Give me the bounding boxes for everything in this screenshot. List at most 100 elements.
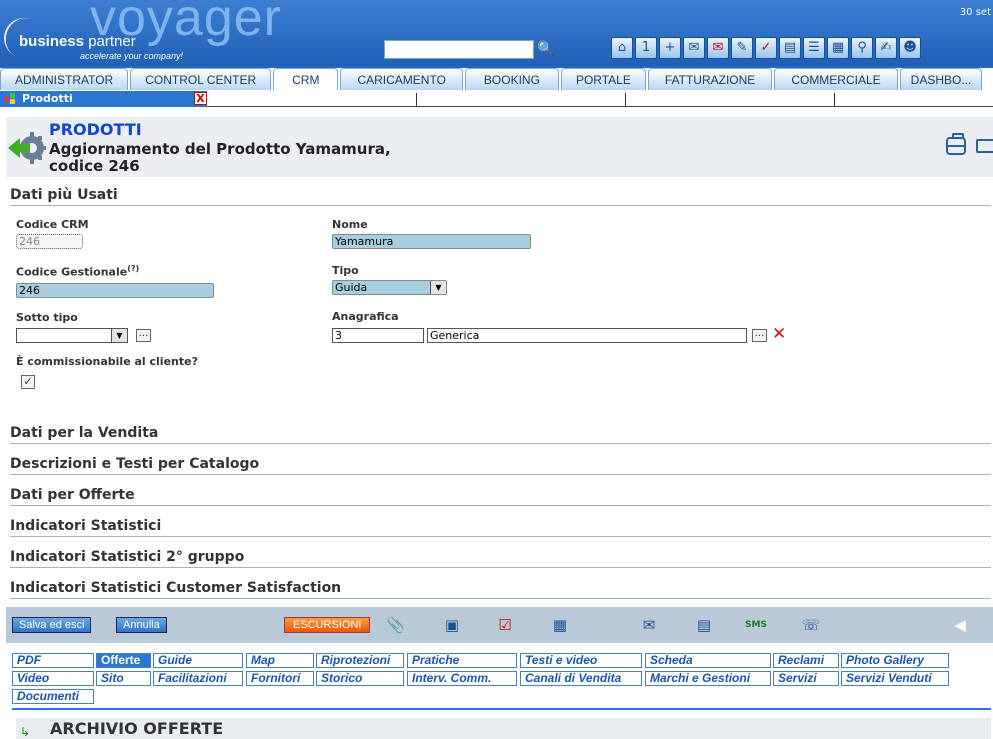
anagrafica-label: Anagrafica (332, 310, 399, 323)
menu-item-control-center[interactable]: CONTROL CENTER (130, 68, 272, 90)
archivio-title: ARCHIVIO OFFERTE (50, 719, 224, 738)
list-icon[interactable]: ☰ (803, 37, 825, 59)
commissionabile-checkbox[interactable]: ✓ (21, 375, 35, 389)
note-icon[interactable]: ▣ (442, 615, 462, 635)
section-indicatori-statistici[interactable]: Indicatori Statistici (10, 518, 991, 537)
pen-icon[interactable]: ✎ (731, 37, 753, 59)
top-toolbar: ⌂ 1 + ✉ ✉ ✎ ✓ ▤ ☰ ▦ ⚲ ✍ ☻ (611, 37, 921, 59)
subtab-photo-gallery[interactable]: Photo Gallery (841, 653, 949, 668)
help-marker[interactable]: (?) (127, 264, 139, 273)
subtab-pratiche[interactable]: Pratiche (407, 653, 517, 668)
subtab-video[interactable]: Video (12, 671, 94, 686)
mail-icon[interactable]: ✉ (639, 615, 659, 635)
search-icon[interactable]: 🔍 (537, 41, 554, 57)
calendar-icon[interactable]: 1 (635, 37, 657, 59)
subtab-divider (12, 708, 991, 710)
sotto-tipo-lookup-button[interactable]: ... (136, 329, 151, 342)
menu-item-caricamento[interactable]: CARICAMENTO (340, 68, 463, 90)
checklist-icon[interactable]: ☑ (495, 615, 515, 635)
clear-icon[interactable]: ✕ (772, 325, 786, 343)
subtab-servizi[interactable]: Servizi (773, 671, 839, 686)
doctab-prodotti[interactable]: Prodotti (0, 91, 207, 107)
subtab-canali-vendita[interactable]: Canali di Vendita (520, 671, 642, 686)
note-edit-icon[interactable]: ✍ (875, 37, 897, 59)
section-indicatori-statistici-2[interactable]: Indicatori Statistici 2° gruppo (10, 549, 991, 568)
headset-icon[interactable]: ☏ (801, 615, 821, 635)
attach-document-icon[interactable]: 📎 (386, 615, 406, 635)
subtab-storico[interactable]: Storico (316, 671, 404, 686)
header-date: 30 set (959, 7, 991, 18)
menu-item-administrator[interactable]: ADMINISTRATOR (0, 68, 129, 90)
calendar-add-icon[interactable]: + (659, 37, 681, 59)
fax-icon[interactable]: ▤ (694, 615, 714, 635)
codice-gestionale-field[interactable]: 246 (16, 283, 214, 298)
tipo-select[interactable]: Guida ▼ (332, 280, 447, 295)
menu-item-booking[interactable]: BOOKING (464, 68, 559, 90)
mail-delete-icon[interactable]: ✉ (707, 37, 729, 59)
subtab-sito[interactable]: Sito (96, 671, 151, 686)
subtab-guide[interactable]: Guide (153, 653, 243, 668)
doctab-separator (834, 93, 835, 106)
subtab-interv-comm[interactable]: Interv. Comm. (407, 671, 517, 686)
main-menu: ADMINISTRATOR CONTROL CENTER CRM CARICAM… (0, 66, 993, 90)
section-descrizioni-testi[interactable]: Descrizioni e Testi per Catalogo (10, 456, 991, 475)
printer-icon[interactable] (976, 139, 993, 153)
subtab-servizi-venduti[interactable]: Servizi Venduti (841, 671, 949, 686)
cancel-button[interactable]: Annulla (116, 617, 167, 633)
close-icon[interactable]: X (194, 92, 207, 105)
menu-item-commerciale[interactable]: COMMERCIALE (774, 68, 898, 90)
subtab-pdf[interactable]: PDF (12, 653, 94, 668)
search-icon[interactable]: ⚲ (851, 37, 873, 59)
archivio-offerte-panel: ↳ ARCHIVIO OFFERTE (16, 718, 991, 739)
subtab-documenti[interactable]: Documenti (12, 689, 94, 704)
sms-icon[interactable]: SMS (745, 615, 767, 635)
search-input[interactable] (384, 40, 534, 59)
briefcase-icon[interactable]: ▤ (779, 37, 801, 59)
subtab-scheda[interactable]: Scheda (645, 653, 771, 668)
menu-item-portale[interactable]: PORTALE (560, 68, 646, 90)
section-customer-satisfaction[interactable]: Indicatori Statistici Customer Satisfact… (10, 580, 991, 599)
sotto-tipo-label: Sotto tipo (16, 311, 78, 324)
briefcase-icon[interactable] (946, 133, 966, 155)
codice-crm-label: Codice CRM (16, 218, 89, 231)
checklist-icon[interactable]: ✓ (755, 37, 777, 59)
back-gear-icon[interactable] (8, 131, 46, 165)
section-dati-vendita[interactable]: Dati per la Vendita (10, 425, 991, 444)
app-header: voyager business partner accelerate your… (0, 0, 993, 66)
calculator-icon[interactable]: ▦ (827, 37, 849, 59)
section-dati-offerte[interactable]: Dati per Offerte (10, 487, 991, 506)
products-icon (4, 93, 15, 104)
users-icon[interactable]: ☻ (899, 37, 921, 59)
subtab-testi-video[interactable]: Testi e video (520, 653, 642, 668)
save-button[interactable]: Salva ed esci (12, 617, 92, 633)
doctab-label: Prodotti (22, 92, 73, 105)
collapse-left-icon[interactable]: ◀ (950, 615, 970, 635)
subtab-reclami[interactable]: Reclami (773, 653, 839, 668)
subtab-marchi-gestioni[interactable]: Marchi e Gestioni (645, 671, 771, 686)
logo-business-partner: business partner (19, 33, 136, 50)
anagrafica-code-field[interactable]: 3 (332, 328, 424, 343)
doctab-separator (416, 93, 417, 106)
mail-open-icon[interactable]: ✉ (683, 37, 705, 59)
tipo-label: Tipo (332, 264, 359, 277)
anagrafica-lookup-button[interactable]: ... (752, 329, 767, 342)
nome-field[interactable]: Yamamura (332, 234, 531, 249)
menu-item-crm[interactable]: CRM (273, 68, 339, 90)
calendar-icon[interactable]: ▦ (550, 615, 570, 635)
subtab-fornitori[interactable]: Fornitori (246, 671, 314, 686)
menu-item-fatturazione[interactable]: FATTURAZIONE (647, 68, 773, 90)
subtab-facilitazioni[interactable]: Facilitazioni (153, 671, 243, 686)
section-dati-piu-usati[interactable]: Dati più Usati (10, 187, 991, 206)
sotto-tipo-select[interactable]: ▼ (16, 328, 128, 343)
escursioni-button[interactable]: ESCURSIONI (284, 617, 371, 633)
menu-item-dashboard[interactable]: DASHBO... (899, 68, 983, 90)
subtab-map[interactable]: Map (246, 653, 314, 668)
commissionabile-label: È commissionabile al cliente? (16, 355, 198, 368)
home-icon[interactable]: ⌂ (611, 37, 633, 59)
expand-arrow-icon[interactable]: ↳ (20, 725, 30, 739)
chevron-down-icon: ▼ (430, 281, 446, 294)
anagrafica-name-field[interactable]: Generica (427, 328, 747, 343)
subtab-offerte[interactable]: Offerte (96, 653, 151, 668)
page-subtitle: Aggiornamento del Prodotto Yamamura, cod… (49, 140, 391, 175)
subtab-riprotezioni[interactable]: Riprotezioni (316, 653, 404, 668)
